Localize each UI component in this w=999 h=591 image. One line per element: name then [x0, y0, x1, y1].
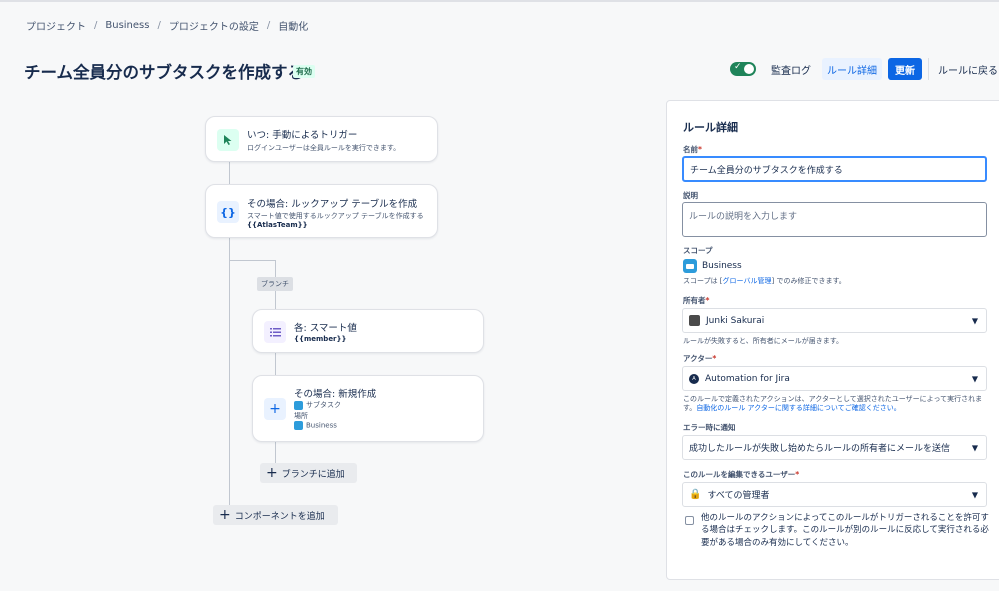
list-icon — [264, 321, 286, 343]
header-divider — [928, 58, 929, 80]
add-to-branch-label: ブランチに追加 — [281, 469, 345, 480]
add-component-button[interactable]: + コンポーネントを追加 — [213, 505, 338, 525]
chevron-down-icon: ▼ — [971, 490, 978, 499]
breadcrumb-item-project[interactable]: プロジェクト — [26, 18, 86, 33]
global-admin-link[interactable]: グローバル管理 — [723, 277, 772, 285]
avatar — [689, 315, 700, 326]
branch-tag: ブランチ — [257, 277, 293, 291]
create-location: Business — [294, 421, 337, 430]
lookup-smart-value: {{AtlasTeam}} — [247, 221, 308, 229]
flow-connector — [229, 238, 230, 506]
check-icon: ✓ — [734, 62, 742, 72]
scope-label: スコープ — [683, 246, 713, 255]
cursor-click-icon — [217, 129, 239, 151]
scope-help: スコープは [グローバル管理] でのみ修正できます。 — [683, 277, 846, 285]
create-title: その場合: 新規作成 — [294, 389, 377, 400]
editors-select[interactable]: 🔒 すべての管理者 ▼ — [682, 482, 987, 507]
subtask-icon — [294, 400, 303, 410]
breadcrumb-item-automation[interactable]: 自動化 — [278, 18, 308, 33]
actor-label: アクター* — [683, 354, 717, 363]
plus-icon: + — [264, 398, 286, 420]
create-issue-card[interactable]: + その場合: 新規作成 サブタスク 場所 Business — [252, 375, 484, 442]
name-label: 名前* — [683, 145, 702, 154]
breadcrumb-separator: / — [94, 20, 98, 31]
lock-icon: 🔒 — [689, 489, 702, 500]
breadcrumb-item-project-settings[interactable]: プロジェクトの設定 — [169, 18, 259, 33]
breadcrumb-separator: / — [266, 20, 271, 31]
chevron-down-icon: ▼ — [971, 374, 978, 383]
trigger-title: いつ: 手動によるトリガー — [247, 130, 358, 141]
foreach-smart-value: {{member}} — [294, 335, 347, 343]
plus-icon: + — [219, 507, 231, 523]
lookup-subtitle: スマート値で使用するルックアップ テーブルを作成する — [247, 212, 424, 220]
lookup-title: その場合: ルックアップ テーブルを作成 — [247, 199, 418, 210]
trigger-card[interactable]: いつ: 手動によるトリガー ログインユーザーは全員ルールを実行できます。 — [205, 116, 438, 162]
create-issue-type: サブタスク — [294, 400, 341, 410]
scope-value: Business — [683, 259, 742, 273]
add-to-branch-button[interactable]: + ブランチに追加 — [260, 463, 357, 483]
rule-enabled-toggle[interactable]: ✓ — [730, 62, 756, 76]
status-badge: 有効 — [293, 65, 315, 78]
update-button[interactable]: 更新 — [888, 58, 922, 80]
notify-label: エラー時に通知 — [683, 423, 736, 432]
back-to-rules-button[interactable]: ルールに戻る — [936, 58, 999, 80]
notify-select[interactable]: 成功したルールが失敗し始めたらルールの所有者にメールを送信 ▼ — [682, 435, 987, 460]
owner-select[interactable]: Junki Sakurai ▼ — [682, 308, 987, 333]
breadcrumb-item-business[interactable]: Business — [105, 20, 149, 31]
description-label: 説明 — [683, 191, 698, 200]
lookup-table-card[interactable]: {} その場合: ルックアップ テーブルを作成 スマート値で使用するルックアップ… — [205, 184, 438, 238]
actor-select[interactable]: A Automation for Jira ▼ — [682, 366, 987, 391]
rule-details-panel: ルール詳細 名前* チーム全員分のサブタスクを作成する 説明 ルールの説明を入力… — [666, 100, 999, 580]
trigger-subtitle: ログインユーザーは全員ルールを実行できます。 — [247, 144, 401, 152]
create-location-label: 場所 — [294, 412, 308, 420]
rule-details-button[interactable]: ルール詳細 — [822, 58, 882, 80]
breadcrumb: プロジェクト / Business / プロジェクトの設定 / 自動化 — [26, 18, 308, 33]
toggle-knob — [744, 64, 754, 74]
actor-help: このルールで定義されたアクションは、アクターとして選択されたユーザーによって実行… — [683, 395, 983, 413]
allow-rule-trigger-label: 他のルールのアクションによってこのルールがトリガーされることを許可する場合はチェ… — [701, 513, 989, 548]
chevron-down-icon: ▼ — [971, 443, 978, 452]
audit-log-button[interactable]: 監査ログ — [765, 58, 817, 80]
breadcrumb-separator: / — [157, 20, 161, 31]
automation-icon: A — [689, 373, 699, 384]
project-icon — [294, 421, 303, 430]
branch-connector — [229, 260, 275, 261]
project-icon — [683, 259, 697, 273]
plus-icon: + — [266, 465, 278, 481]
panel-title: ルール詳細 — [683, 121, 738, 134]
flow-connector — [229, 162, 230, 184]
braces-icon: {} — [217, 201, 239, 223]
editors-label: このルールを編集できるユーザー* — [683, 470, 800, 479]
owner-help: ルールが失敗すると、所有者にメールが届きます。 — [683, 337, 844, 345]
owner-label: 所有者* — [683, 296, 710, 305]
chevron-down-icon: ▼ — [971, 316, 978, 325]
foreach-title: 各: スマート値 — [294, 323, 357, 334]
description-field[interactable]: ルールの説明を入力します — [682, 202, 987, 237]
name-field[interactable]: チーム全員分のサブタスクを作成する — [682, 156, 987, 182]
add-component-label: コンポーネントを追加 — [234, 511, 325, 522]
allow-rule-trigger-checkbox[interactable] — [685, 516, 694, 525]
top-border — [0, 0, 999, 2]
actor-details-link[interactable]: 自動化のルール アクターに関する詳細についてご確認ください。 — [696, 404, 900, 412]
page-title: チーム全員分のサブタスクを作成する — [24, 63, 305, 82]
foreach-card[interactable]: 各: スマート値 {{member}} — [252, 309, 484, 353]
